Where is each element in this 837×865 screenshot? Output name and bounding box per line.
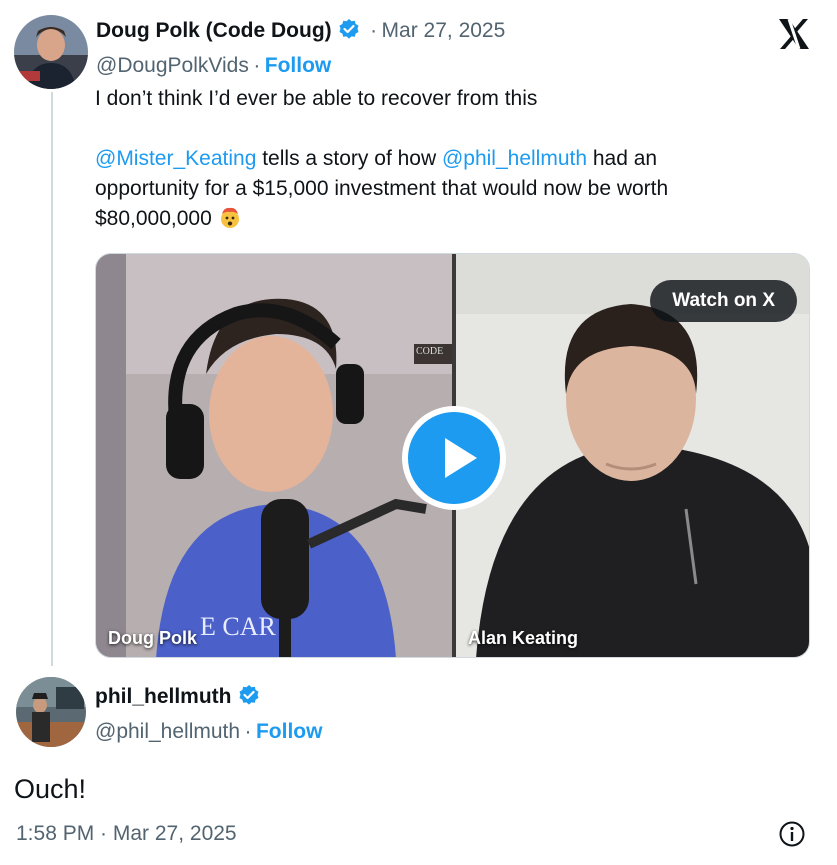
shirt-text: E CAR (200, 612, 276, 641)
separator: · (370, 19, 378, 42)
tweet-text: $80,000,000 (95, 207, 212, 230)
author-row: Doug Polk (Code Doug) · Mar 27, 2025 (96, 18, 505, 43)
author-name[interactable]: Doug Polk (Code Doug) (96, 19, 332, 42)
play-triangle (445, 438, 477, 478)
tweet-date[interactable]: Mar 27, 2025 (382, 19, 506, 42)
info-icon[interactable] (778, 820, 806, 853)
tweet-text-line4: $80,000,000 (95, 204, 242, 234)
reply-author-name[interactable]: phil_hellmuth (95, 685, 232, 708)
reply-avatar[interactable] (16, 677, 86, 747)
exploding-head-icon (220, 207, 239, 228)
watch-on-x-button[interactable]: Watch on X (650, 280, 797, 322)
reply-handle[interactable]: @phil_hellmuth (95, 720, 240, 743)
avatar[interactable] (14, 15, 88, 89)
x-logo-icon[interactable] (774, 14, 814, 64)
reply-handle-row: @phil_hellmuth · Follow (95, 720, 322, 744)
reply-follow-button[interactable]: Follow (256, 720, 323, 743)
tweet-text: had an (587, 147, 658, 170)
reply-author-row: phil_hellmuth (95, 684, 260, 709)
separator: · (253, 54, 261, 77)
tweet-text-line3: opportunity for a $15,000 investment tha… (95, 177, 669, 200)
reply-timestamp[interactable]: 1:58 PM · Mar 27, 2025 (16, 822, 237, 846)
video-player[interactable]: CODE E CAR Watch on X Doug Polk Alan Kea… (95, 253, 810, 658)
mention-link[interactable]: @phil_hellmuth (442, 147, 587, 170)
separator: · (244, 720, 252, 743)
tweet-text: tells a story of how (256, 147, 442, 170)
sign-text: CODE (416, 346, 444, 357)
reply-text: Ouch! (14, 774, 87, 804)
mention-link[interactable]: @Mister_Keating (95, 147, 256, 170)
follow-button[interactable]: Follow (265, 54, 332, 77)
verified-badge-icon (339, 19, 359, 39)
speaker-label-right: Alan Keating (468, 628, 579, 648)
play-icon (408, 412, 500, 504)
play-button[interactable] (402, 406, 506, 510)
tweet-text-line1: I don’t think I’d ever be able to recove… (95, 87, 538, 110)
author-handle[interactable]: @DougPolkVids (96, 54, 249, 77)
verified-badge-icon (239, 685, 258, 705)
tweet-text-line2: @Mister_Keating tells a story of how @ph… (95, 144, 657, 174)
thread-line (51, 92, 53, 666)
speaker-label-left: Doug Polk (108, 628, 197, 648)
handle-row: @DougPolkVids · Follow (96, 54, 331, 78)
